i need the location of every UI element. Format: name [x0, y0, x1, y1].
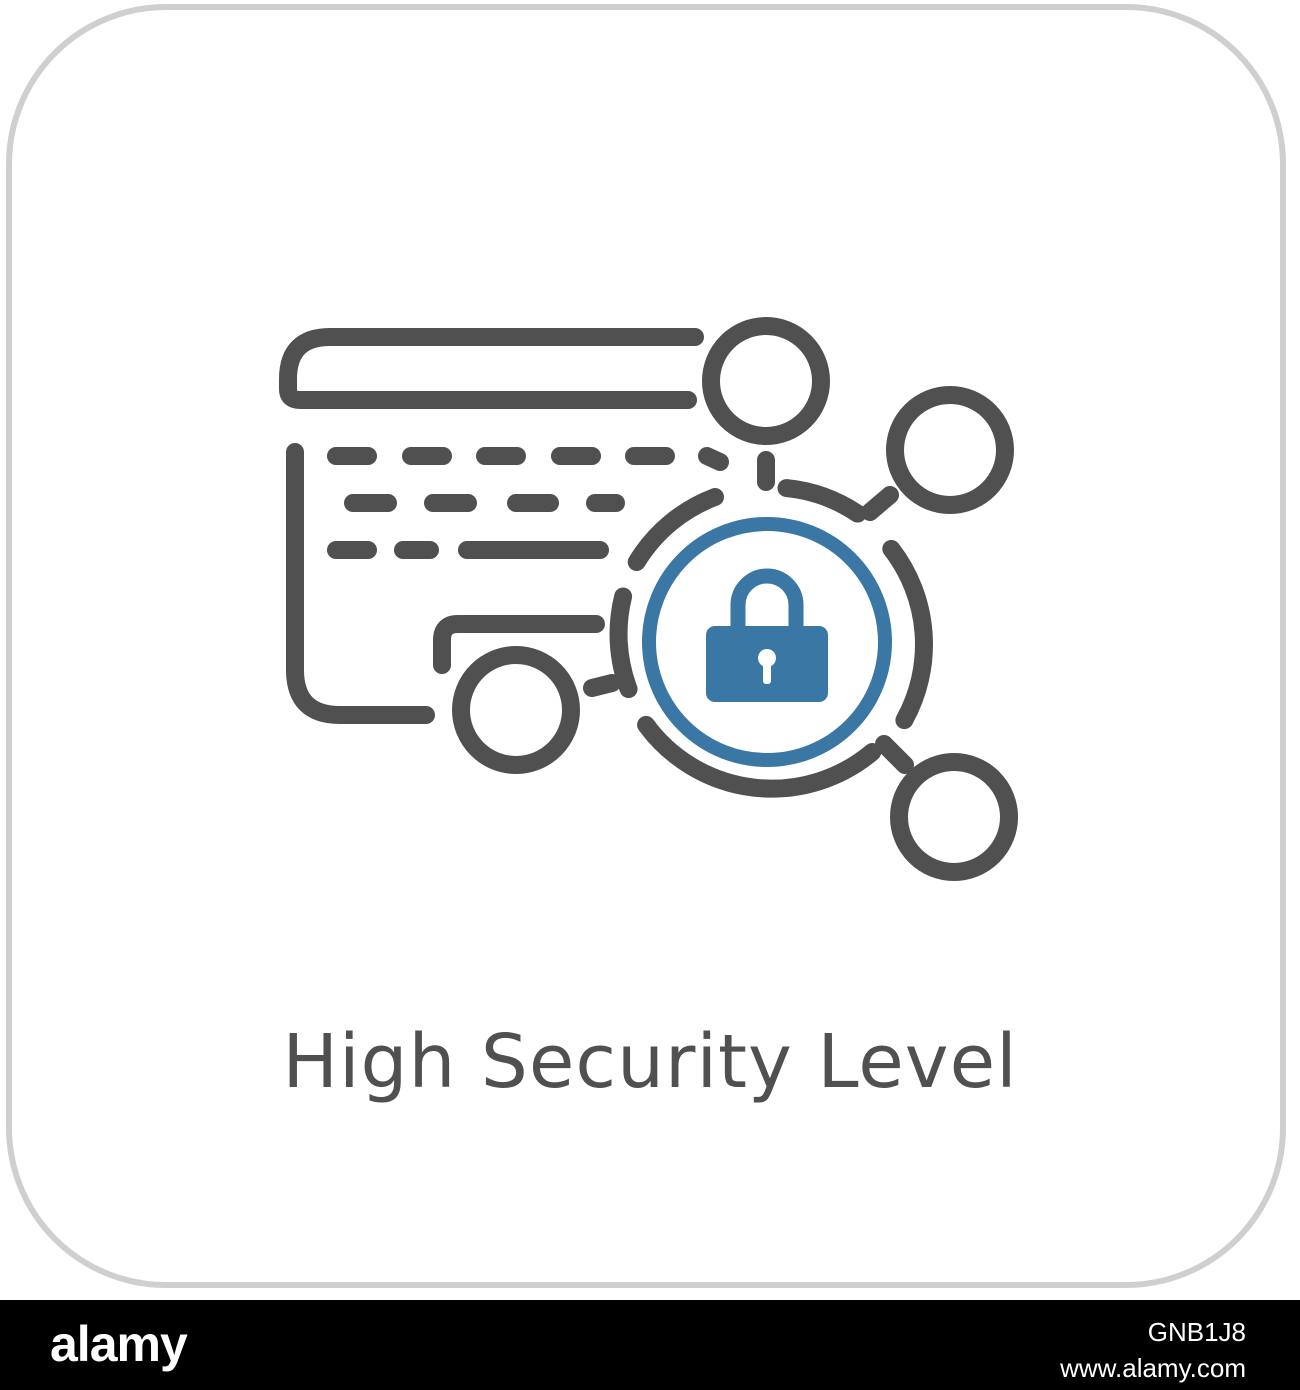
connector-left: [583, 674, 621, 697]
network-node-right: [886, 386, 1014, 514]
connector-right: [861, 486, 899, 521]
stock-id: GNB1J8: [1147, 1317, 1246, 1347]
security-ring-segment: [627, 488, 724, 571]
keyboard-top-bar: [279, 328, 704, 409]
security-ring-segment: [882, 539, 933, 730]
lock-icon: [706, 568, 828, 702]
key: [698, 447, 729, 471]
connector-bottom-right: [875, 735, 914, 774]
security-ring-segment: [777, 479, 867, 523]
icon-caption: High Security Level: [282, 1019, 1018, 1105]
security-ring-segment: [609, 587, 638, 699]
site-url: www.alamy.com: [1060, 1353, 1246, 1383]
watermark-footer: alamy GNB1J8 www.alamy.com: [0, 1300, 1300, 1390]
network-node-top: [702, 317, 830, 445]
brand-logo: alamy: [50, 1316, 188, 1372]
keyboard-frame: [286, 443, 435, 724]
network-node-left: [452, 646, 580, 774]
network-node-bottom-right: [890, 753, 1018, 881]
